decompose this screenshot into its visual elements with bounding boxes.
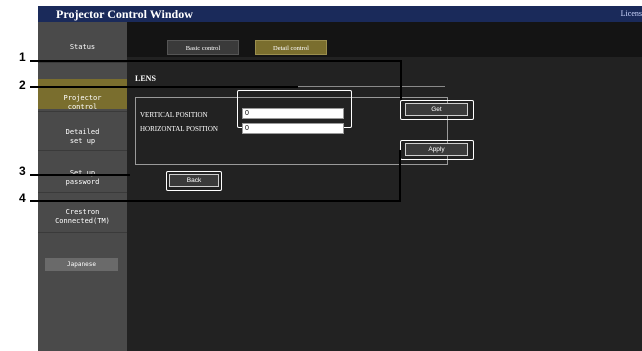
apply-button[interactable]: Apply	[405, 143, 468, 156]
get-button[interactable]: Get	[405, 103, 468, 116]
callout-4-leader-rise	[399, 150, 401, 202]
sidebar-divider	[38, 62, 127, 63]
callout-1: 1	[19, 50, 26, 64]
callout-3-leader	[30, 174, 130, 176]
sidebar-divider	[38, 150, 127, 151]
license-link[interactable]: Licens	[621, 6, 642, 22]
callout-3: 3	[19, 164, 26, 178]
sidebar-item-label: Projector control	[63, 94, 102, 111]
sidebar-divider	[38, 232, 127, 233]
callout-4: 4	[19, 191, 26, 205]
tab-detail-control[interactable]: Detail control	[255, 40, 327, 55]
callout-4-leader	[30, 200, 400, 202]
app-title: Projector Control Window	[56, 7, 193, 21]
japanese-language-button[interactable]: Japanese	[45, 258, 118, 271]
sidebar-item-label: Status	[69, 43, 96, 51]
tab-strip: Basic control Detail control	[127, 22, 642, 57]
sidebar-divider	[38, 192, 127, 193]
vertical-position-label: VERTICAL POSITION	[140, 111, 208, 119]
sidebar-item-detailed-setup[interactable]: Detailed set up	[38, 119, 127, 145]
horizontal-position-label: HORIZONTAL POSITION	[140, 125, 218, 133]
horizontal-position-input[interactable]	[242, 123, 344, 134]
sidebar-item-label: Detailed set up	[65, 128, 100, 145]
sidebar-item-setup-password[interactable]: Set up password	[38, 160, 127, 186]
vertical-position-input[interactable]	[242, 108, 344, 119]
callout-2-leader	[30, 86, 298, 88]
page-title: LENS	[135, 74, 156, 83]
sidebar: Status Projector control Detailed set up…	[38, 22, 127, 351]
sidebar-divider	[38, 111, 127, 112]
callout-1-leader-drop	[400, 60, 402, 100]
projector-control-window: Projector Control Window Licens Status P…	[38, 6, 642, 351]
sidebar-item-status[interactable]: Status	[38, 37, 127, 57]
tab-basic-control[interactable]: Basic control	[167, 40, 239, 55]
lens-content: LENS VERTICAL POSITION HORIZONTAL POSITI…	[127, 57, 642, 351]
callout-2: 2	[19, 78, 26, 92]
sidebar-item-projector-control[interactable]: Projector control	[38, 79, 127, 111]
sidebar-item-label: Crestron Connected(TM)	[55, 208, 110, 225]
back-button[interactable]: Back	[169, 174, 219, 187]
callout-1-leader	[30, 60, 402, 62]
sidebar-item-label: Set up password	[65, 169, 100, 186]
title-bar: Projector Control Window Licens	[38, 6, 642, 22]
sidebar-item-crestron[interactable]: Crestron Connected(TM)	[38, 199, 127, 225]
